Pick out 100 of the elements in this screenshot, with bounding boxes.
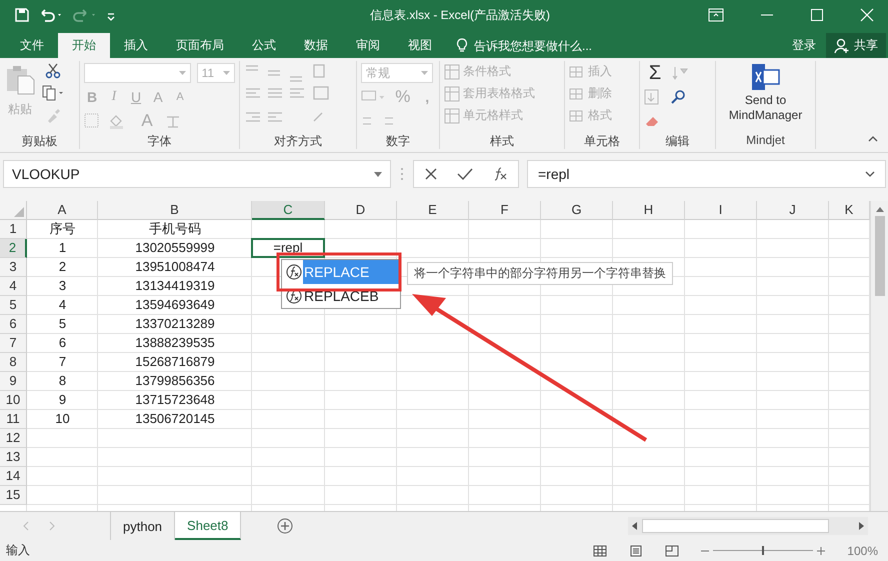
font-name-field[interactable] — [84, 63, 191, 83]
save-icon[interactable] — [14, 7, 30, 23]
table-style-icon — [444, 64, 460, 80]
group-label: 数字 — [385, 133, 411, 149]
autosum-button[interactable]: Σ — [644, 62, 666, 84]
scroll-up-icon[interactable] — [876, 206, 884, 212]
ribbon-tab[interactable]: 文件 — [6, 33, 58, 58]
ribbon-tab[interactable]: 开始 — [58, 33, 110, 58]
row-header[interactable]: 9 — [0, 372, 27, 391]
send-to-mindmanager-button[interactable]: Send to MindManager — [720, 63, 811, 133]
name-box[interactable]: VLOOKUP — [3, 160, 391, 188]
share-button[interactable]: 共享 — [826, 33, 886, 58]
vertical-scrollbar[interactable] — [870, 201, 888, 511]
row-header[interactable]: 2 — [0, 239, 27, 258]
caret-icon — [178, 71, 186, 75]
copy-icon[interactable] — [42, 85, 64, 101]
column-header[interactable]: I — [685, 201, 757, 220]
drag-handle-icon[interactable] — [399, 166, 405, 182]
table-cell-text: 13020559999 — [134, 239, 216, 257]
zoom-slider-thumb[interactable] — [762, 546, 764, 555]
column-header[interactable]: H — [613, 201, 685, 220]
add-sheet-icon[interactable] — [277, 518, 294, 534]
page-layout-icon[interactable] — [629, 544, 644, 556]
row-header[interactable]: 14 — [0, 467, 27, 486]
scroll-thumb[interactable] — [874, 216, 884, 296]
scroll-right-icon[interactable] — [858, 522, 864, 530]
group-label: 单元格 — [583, 133, 621, 149]
table-cell-text: 13134419319 — [134, 277, 216, 295]
row-header[interactable]: 6 — [0, 315, 27, 334]
sign-in-link[interactable]: 登录 — [782, 33, 826, 58]
table-cell-text: 13888239535 — [134, 334, 216, 352]
zoom-level[interactable]: 100% — [847, 544, 878, 558]
group-label: 编辑 — [664, 133, 690, 149]
ribbon-tab[interactable]: 插入 — [110, 33, 162, 58]
lightbulb-icon — [456, 38, 468, 53]
normal-view-icon[interactable] — [593, 544, 608, 556]
column-header[interactable]: J — [757, 201, 829, 220]
row-header[interactable]: 15 — [0, 486, 27, 505]
ribbon-tab[interactable]: 页面布局 — [162, 33, 238, 58]
cells-icon — [569, 64, 585, 80]
ribbon-display-icon[interactable] — [708, 8, 724, 22]
sheet-tab[interactable]: Sheet8 — [175, 512, 242, 540]
cancel-icon[interactable] — [424, 167, 438, 181]
function-suggestion[interactable]: REPLACEB — [303, 284, 383, 308]
collapse-ribbon-icon[interactable] — [868, 136, 878, 142]
function-icon — [286, 264, 302, 280]
table-cell-text: 7 — [58, 353, 68, 371]
horizontal-scrollbar[interactable] — [628, 517, 868, 535]
insert-function-icon[interactable] — [492, 167, 508, 181]
row-header[interactable]: 5 — [0, 296, 27, 315]
table-cell-text: 13506720145 — [134, 410, 216, 428]
corner-triangle-icon — [14, 207, 24, 217]
column-header[interactable]: K — [829, 201, 870, 220]
paste-icon[interactable] — [4, 63, 36, 95]
row-header[interactable]: 12 — [0, 429, 27, 448]
column-header[interactable]: B — [98, 201, 252, 220]
active-cell[interactable]: =repl — [251, 238, 325, 258]
ribbon-tab[interactable]: 审阅 — [342, 33, 394, 58]
ribbon-tab[interactable]: 视图 — [394, 33, 446, 58]
scissors-icon[interactable] — [45, 63, 61, 79]
column-header[interactable]: G — [541, 201, 613, 220]
zoom-in-icon[interactable] — [817, 546, 826, 554]
row-header[interactable]: 1 — [0, 220, 27, 239]
group-label: 字体 — [146, 133, 172, 149]
row-header[interactable]: 10 — [0, 391, 27, 410]
table-cell-text: 手机号码 — [148, 220, 202, 238]
row-header[interactable]: 11 — [0, 410, 27, 429]
scroll-thumb[interactable] — [642, 519, 829, 533]
column-header[interactable]: D — [325, 201, 397, 220]
column-header[interactable]: F — [469, 201, 541, 220]
row-header[interactable]: 7 — [0, 334, 27, 353]
column-header[interactable]: C — [252, 201, 325, 220]
caret-icon — [421, 71, 428, 75]
formula-field[interactable]: =repl — [527, 160, 886, 188]
expand-icon[interactable] — [865, 171, 875, 177]
table-cell-text: 9 — [58, 391, 68, 409]
group-label: Mindjet — [745, 133, 786, 149]
row-header[interactable]: 13 — [0, 448, 27, 467]
row-header[interactable]: 8 — [0, 353, 27, 372]
tell-me-field[interactable]: 告诉我您想要做什么... — [456, 33, 626, 58]
scroll-left-icon[interactable] — [632, 522, 638, 530]
column-header[interactable]: E — [397, 201, 469, 220]
window-title: 信息表.xlsx - Excel(产品激活失败) — [369, 6, 551, 24]
maximize-icon[interactable] — [810, 8, 824, 22]
table-cell-text: 13715723648 — [134, 391, 216, 409]
page-break-icon[interactable] — [665, 544, 680, 556]
ribbon-tab[interactable]: 数据 — [290, 33, 342, 58]
function-tooltip: 将一个字符串中的部分字符用另一个字符串替换 — [407, 262, 673, 285]
group-label: 样式 — [489, 133, 515, 149]
redo-icon[interactable] — [72, 7, 98, 23]
check-icon[interactable] — [456, 167, 473, 181]
table-cell-text: 10 — [54, 410, 71, 428]
row-header[interactable]: 3 — [0, 258, 27, 277]
group-label: 剪贴板 — [20, 133, 58, 149]
row-header[interactable]: 4 — [0, 277, 27, 296]
ribbon-tab[interactable]: 公式 — [238, 33, 290, 58]
column-header[interactable]: A — [27, 201, 98, 220]
close-icon[interactable] — [860, 8, 874, 22]
group-label: 对齐方式 — [273, 133, 323, 149]
table-cell-text: 4 — [58, 296, 68, 314]
